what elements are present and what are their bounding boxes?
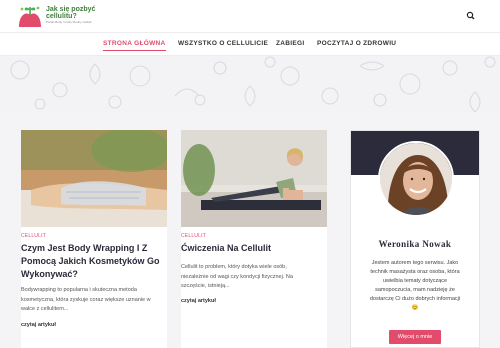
logo-icon bbox=[19, 6, 41, 27]
search-icon bbox=[466, 11, 475, 20]
body-wrapping-photo bbox=[21, 130, 167, 227]
logo-title-line1: Jak się pozbyć bbox=[46, 6, 96, 13]
post-excerpt-line: Bodywrapping to popularna i skuteczna me… bbox=[21, 287, 137, 293]
post-title[interactable]: Czym Jest Body Wrapping I Z Pomocą Jakic… bbox=[21, 242, 167, 281]
post-title-line: Wykonywać? bbox=[21, 269, 78, 279]
author-avatar bbox=[378, 141, 454, 217]
post-title-line: Ćwiczenia Na Cellulit bbox=[181, 243, 272, 253]
read-more-link[interactable]: czytaj artykuł bbox=[21, 322, 56, 328]
author-photo bbox=[380, 143, 452, 215]
post-excerpt-line: szczęście, istnieją... bbox=[181, 283, 230, 289]
about-me-button[interactable]: Więcej o mnie bbox=[389, 330, 441, 344]
author-bio: Jestem autorem tego serwisu. Jako techni… bbox=[357, 259, 473, 313]
author-bio-line: technik masażysta oraz osoba, która bbox=[370, 269, 460, 275]
post-image[interactable] bbox=[21, 130, 167, 227]
post-title-line: Pomocą Jakich Kosmetyków Go bbox=[21, 256, 160, 266]
hero-pattern-banner bbox=[0, 56, 500, 112]
plank-exercise-photo bbox=[181, 130, 327, 227]
post-excerpt-line: walce z cellulitem... bbox=[21, 306, 69, 312]
author-bio-line: Jestem autorem tego serwisu. Jako bbox=[371, 260, 459, 266]
post-card[interactable]: CELLULIT Czym Jest Body Wrapping I Z Pom… bbox=[21, 130, 167, 348]
read-more-link[interactable]: czytaj artykuł bbox=[181, 298, 216, 304]
post-category[interactable]: CELLULIT bbox=[181, 233, 206, 239]
nav-item-home[interactable]: STRONA GŁÓWNA bbox=[103, 40, 166, 51]
nav-item-health[interactable]: POCZYTAJ O ZDROWIU bbox=[317, 40, 396, 47]
search-button[interactable] bbox=[462, 8, 480, 24]
post-title[interactable]: Ćwiczenia Na Cellulit bbox=[181, 242, 327, 255]
site-logo[interactable]: Jak się pozbyć cellulitu? Portal Mody i … bbox=[16, 3, 104, 29]
author-bio-line: 😊 bbox=[411, 305, 419, 311]
site-header: Jak się pozbyć cellulitu? Portal Mody i … bbox=[0, 0, 500, 32]
post-category[interactable]: CELLULIT bbox=[21, 233, 46, 239]
post-excerpt-line: kosmetyczna, która zyskuje coraz większe… bbox=[21, 296, 151, 303]
post-excerpt-line: Cellulit to problem, który dotyka wiele … bbox=[181, 264, 287, 270]
post-excerpt-line: niezależnie od wagi czy kondycji fizyczn… bbox=[181, 273, 293, 280]
post-card[interactable]: CELLULIT Ćwiczenia Na Cellulit Cellulit … bbox=[181, 130, 327, 348]
main-navigation: STRONA GŁÓWNA WSZYSTKO O CELLULICIE ZABI… bbox=[0, 32, 500, 56]
logo-title-line2: cellulitu? bbox=[46, 13, 77, 20]
author-bio-line: uwielbia tematy dotyczące bbox=[382, 278, 448, 284]
logo-tagline: Portal Mody i urody Modny Cellulit bbox=[46, 20, 92, 24]
post-excerpt: Bodywrapping to popularna i skuteczna me… bbox=[21, 286, 167, 315]
author-bio-line: dostarczę Ci dużo dobrych informacji bbox=[369, 296, 461, 302]
post-excerpt: Cellulit to problem, który dotyka wiele … bbox=[181, 263, 327, 292]
author-bio-line: samopoczucia, mam nadzieję że bbox=[375, 287, 455, 293]
nav-item-treatments[interactable]: ZABIEGI bbox=[276, 40, 304, 47]
post-title-line: Czym Jest Body Wrapping I Z bbox=[21, 243, 148, 253]
author-name: Weronika Nowak bbox=[378, 239, 452, 249]
fruit-pattern-illustration bbox=[10, 56, 496, 112]
nav-item-about-cellulite[interactable]: WSZYSTKO O CELLULICIE bbox=[178, 40, 268, 47]
author-widget: Weronika Nowak Jestem autorem tego serwi… bbox=[350, 130, 480, 348]
post-image[interactable] bbox=[181, 130, 327, 227]
